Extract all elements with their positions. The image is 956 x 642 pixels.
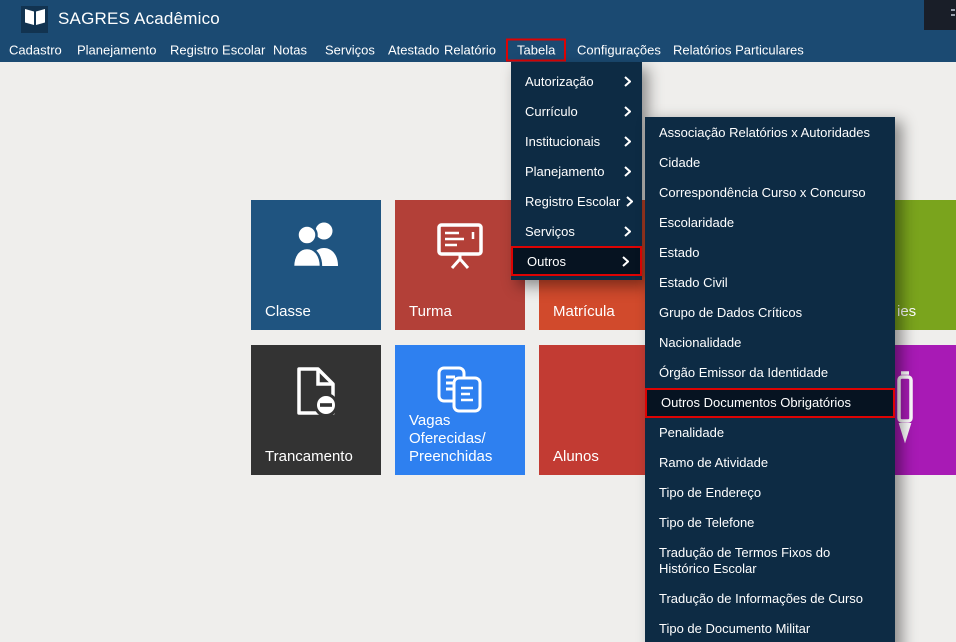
tile-label: Matrícula xyxy=(553,303,615,321)
tile-vagas-oferecidas-preenchidas[interactable]: Vagas Oferecidas/ Preenchidas xyxy=(395,345,525,475)
menu-item-planejamento[interactable]: Planejamento xyxy=(77,43,157,58)
tile-trancamento[interactable]: Trancamento xyxy=(251,345,381,475)
menu-item-cadastro[interactable]: Cadastro xyxy=(9,43,62,58)
partial-glyph-icon xyxy=(951,9,955,19)
submenu-item-estado[interactable]: Estado xyxy=(645,238,895,268)
submenu-item-grupo-de-dados-criticos[interactable]: Grupo de Dados Críticos xyxy=(645,298,895,328)
people-icon xyxy=(291,220,341,273)
submenu-item-cidade[interactable]: Cidade xyxy=(645,148,895,178)
tabela-menu-item-planejamento[interactable]: Planejamento xyxy=(511,156,642,186)
document-minus-icon xyxy=(292,365,340,422)
tabela-dropdown-menu: Autorização Currículo Institucionais Pla… xyxy=(511,62,642,280)
copy-documents-icon xyxy=(435,365,485,418)
menu-item-servicos[interactable]: Serviços xyxy=(325,43,375,58)
tabela-menu-item-institucionais[interactable]: Institucionais xyxy=(511,126,642,156)
tile-label: Alunos xyxy=(553,448,599,466)
chevron-right-icon xyxy=(624,226,631,237)
menu-item-atestado[interactable]: Atestado xyxy=(388,43,439,58)
tabela-menu-item-registro-escolar[interactable]: Registro Escolar xyxy=(511,186,642,216)
chevron-right-icon xyxy=(622,256,629,267)
menu-item-relatorio[interactable]: Relatório xyxy=(444,43,496,58)
chevron-right-icon xyxy=(624,136,631,147)
presentation-board-icon xyxy=(434,220,486,275)
submenu-item-associacao-relatorios-x-autoridades[interactable]: Associação Relatórios x Autoridades xyxy=(645,118,895,148)
titlebar: SAGRES Acadêmico xyxy=(0,0,956,38)
menubar: Cadastro Planejamento Registro Escolar N… xyxy=(0,38,956,62)
tile-label-fragment: ies xyxy=(897,303,916,321)
app-logo xyxy=(21,6,48,33)
submenu-item-escolaridade[interactable]: Escolaridade xyxy=(645,208,895,238)
submenu-item-outros-documentos-obrigatorios[interactable]: Outros Documentos Obrigatórios xyxy=(645,388,895,418)
app-title: SAGRES Acadêmico xyxy=(58,9,220,29)
tabela-menu-item-autorizacao[interactable]: Autorização xyxy=(511,66,642,96)
tile-label: Classe xyxy=(265,303,311,321)
chevron-right-icon xyxy=(624,76,631,87)
submenu-item-nacionalidade[interactable]: Nacionalidade xyxy=(645,328,895,358)
tabela-menu-item-servicos[interactable]: Serviços xyxy=(511,216,642,246)
menu-item-tabela[interactable]: Tabela xyxy=(506,39,566,62)
chevron-right-icon xyxy=(624,166,631,177)
menu-item-configuracoes[interactable]: Configurações xyxy=(577,43,661,58)
menu-item-notas[interactable]: Notas xyxy=(273,43,307,58)
corner-widget[interactable] xyxy=(924,0,956,30)
menu-item-relatorios-particulares[interactable]: Relatórios Particulares xyxy=(673,43,804,58)
submenu-item-tipo-de-endereco[interactable]: Tipo de Endereço xyxy=(645,478,895,508)
submenu-item-traducao-de-informacoes-de-curso[interactable]: Tradução de Informações de Curso xyxy=(645,584,895,614)
submenu-item-tipo-de-telefone[interactable]: Tipo de Telefone xyxy=(645,508,895,538)
tile-turma[interactable]: Turma xyxy=(395,200,525,330)
tile-label: Vagas Oferecidas/ Preenchidas xyxy=(409,412,521,466)
submenu-item-orgao-emissor-da-identidade[interactable]: Órgão Emissor da Identidade xyxy=(645,358,895,388)
submenu-item-penalidade[interactable]: Penalidade xyxy=(645,418,895,448)
app-window: SAGRES Acadêmico Cadastro Planejamento R… xyxy=(0,0,956,642)
chevron-right-icon xyxy=(626,196,633,207)
submenu-item-tipo-de-documento-militar[interactable]: Tipo de Documento Militar xyxy=(645,614,895,642)
submenu-item-ramo-de-atividade[interactable]: Ramo de Atividade xyxy=(645,448,895,478)
pen-icon xyxy=(895,367,915,450)
menu-item-registro-escolar[interactable]: Registro Escolar xyxy=(170,43,265,58)
outros-submenu: Associação Relatórios x Autoridades Cida… xyxy=(645,117,895,642)
submenu-item-traducao-de-termos-fixos-do-historico-escolar[interactable]: Tradução de Termos Fixos do Histórico Es… xyxy=(645,538,895,584)
chevron-right-icon xyxy=(624,106,631,117)
tile-label: Trancamento xyxy=(265,448,353,466)
tabela-menu-item-outros[interactable]: Outros xyxy=(511,246,642,276)
open-book-icon xyxy=(24,8,46,31)
tile-classe[interactable]: Classe xyxy=(251,200,381,330)
submenu-item-correspondencia-curso-x-concurso[interactable]: Correspondência Curso x Concurso xyxy=(645,178,895,208)
tabela-menu-item-curriculo[interactable]: Currículo xyxy=(511,96,642,126)
submenu-item-estado-civil[interactable]: Estado Civil xyxy=(645,268,895,298)
tile-label: Turma xyxy=(409,303,452,321)
